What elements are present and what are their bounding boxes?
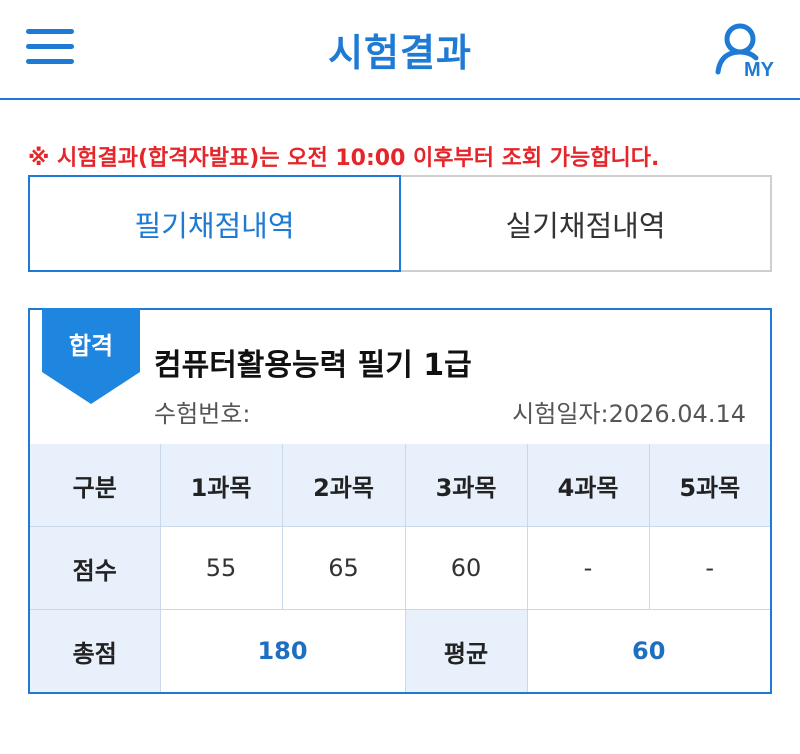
tab-written-scores[interactable]: 필기채점내역	[28, 175, 401, 272]
average-label: 평균	[404, 609, 528, 692]
col-subject-5: 5과목	[648, 444, 770, 527]
col-subject-1: 1과목	[159, 444, 283, 527]
col-subject-2: 2과목	[281, 444, 406, 527]
badge-label: 합격	[68, 332, 114, 360]
exam-number-label: 수험번호:	[154, 400, 251, 428]
col-category: 구분	[30, 444, 161, 527]
table-row: 총점 180 평균 60	[30, 609, 770, 692]
score-subject-1: 55	[159, 526, 283, 610]
row-score-label: 점수	[30, 526, 161, 610]
pass-badge: 합격	[42, 308, 140, 406]
notice-text: ※ 시험결과(합격자발표)는 오전 10:00 이후부터 조회 가능합니다.	[28, 146, 660, 171]
my-page-button[interactable]: MY	[714, 20, 780, 81]
table-row: 점수 55 65 60 - -	[30, 526, 770, 610]
result-tabs: 필기채점내역 실기채점내역	[28, 175, 772, 272]
tab-practical-scores[interactable]: 실기채점내역	[401, 175, 772, 272]
col-subject-4: 4과목	[526, 444, 650, 527]
exam-name: 컴퓨터활용능력 필기 1급	[154, 348, 472, 383]
table-header-row: 구분 1과목 2과목 3과목 4과목 5과목	[30, 444, 770, 527]
score-subject-4: -	[526, 526, 650, 610]
exam-date: 시험일자:2026.04.14	[512, 400, 746, 428]
average-value: 60	[526, 609, 770, 692]
result-card: 합격 컴퓨터활용능력 필기 1급 수험번호: 시험일자:2026.04.14 구…	[28, 308, 772, 694]
my-label: MY	[744, 59, 775, 80]
page-title: 시험결과	[328, 31, 472, 75]
total-label: 총점	[30, 609, 161, 692]
score-subject-5: -	[648, 526, 770, 610]
user-icon: MY	[715, 23, 775, 81]
score-table: 구분 1과목 2과목 3과목 4과목 5과목 점수 55 65 60 - - 총…	[30, 444, 770, 692]
score-subject-3: 60	[404, 526, 528, 610]
app-header: 시험결과 MY	[0, 0, 800, 100]
col-subject-3: 3과목	[404, 444, 528, 527]
score-subject-2: 65	[281, 526, 406, 610]
total-value: 180	[159, 609, 406, 692]
